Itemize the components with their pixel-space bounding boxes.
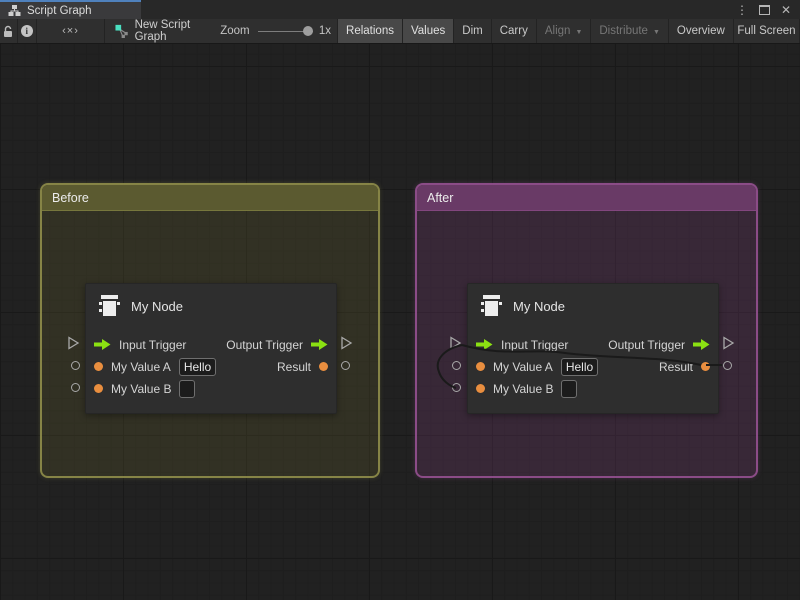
graph-icon xyxy=(115,24,128,38)
carry-label: Carry xyxy=(500,25,528,37)
value-a-input[interactable]: Hello xyxy=(561,358,598,376)
graph-input-trigger-port[interactable] xyxy=(67,336,80,350)
value-port-icon[interactable] xyxy=(94,384,103,393)
node-my-node-after[interactable]: My Node Input Trigger Output Trigger My … xyxy=(467,283,719,414)
maximize-icon[interactable] xyxy=(759,5,770,15)
graph-title[interactable]: New Script Graph xyxy=(105,19,220,43)
zoom-control: Zoom 1x xyxy=(220,19,338,43)
node-title: My Node xyxy=(131,299,183,314)
node-header: My Node xyxy=(479,293,565,319)
value-b-label: My Value B xyxy=(493,382,553,396)
graph-input-value-port[interactable] xyxy=(71,383,80,392)
align-dropdown[interactable]: Align ▼ xyxy=(537,19,592,43)
graph-output-value-port[interactable] xyxy=(723,361,732,370)
graph-input-value-port[interactable] xyxy=(71,361,80,370)
group-before-header[interactable]: Before xyxy=(42,185,378,211)
group-before-label: Before xyxy=(52,191,89,205)
value-a-row: My Value A Hello Result xyxy=(468,356,718,377)
value-a-label: My Value A xyxy=(493,360,553,374)
info-icon: i xyxy=(21,25,33,37)
graph-toolbar: i ‹×› New Script Graph Zoom 1x Relations xyxy=(0,19,800,44)
trigger-row: Input Trigger Output Trigger xyxy=(86,334,336,355)
result-label: Result xyxy=(659,360,693,374)
result-port-icon[interactable] xyxy=(701,362,710,371)
zoom-slider-handle[interactable] xyxy=(303,26,313,36)
value-a-input[interactable]: Hello xyxy=(179,358,216,376)
graph-input-trigger-port[interactable] xyxy=(449,336,462,350)
zoom-label: Zoom xyxy=(220,25,249,37)
graph-output-value-port[interactable] xyxy=(341,361,350,370)
close-icon[interactable]: ✕ xyxy=(781,3,791,17)
tab-script-graph[interactable]: Script Graph xyxy=(0,0,141,19)
script-graph-window: Script Graph ⋮ ✕ i ‹×› xyxy=(0,0,800,600)
overview-button[interactable]: Overview xyxy=(669,19,734,43)
distribute-label: Distribute xyxy=(599,25,648,37)
dim-label: Dim xyxy=(462,25,482,37)
info-button[interactable]: i xyxy=(18,19,37,43)
group-after-label: After xyxy=(427,191,453,205)
value-a-row: My Value A Hello Result xyxy=(86,356,336,377)
value-b-label: My Value B xyxy=(111,382,171,396)
graph-title-label: New Script Graph xyxy=(135,19,221,43)
result-port-icon[interactable] xyxy=(319,362,328,371)
tab-label: Script Graph xyxy=(27,5,92,17)
value-port-icon[interactable] xyxy=(476,384,485,393)
full-screen-label: Full Screen xyxy=(737,25,795,37)
script-graph-icon xyxy=(8,4,21,17)
tab-bar: Script Graph ⋮ ✕ xyxy=(0,0,800,19)
output-trigger-label: Output Trigger xyxy=(608,338,685,352)
relations-label: Relations xyxy=(346,25,394,37)
graph-input-value-port[interactable] xyxy=(452,383,461,392)
graph-input-value-port[interactable] xyxy=(452,361,461,370)
values-label: Values xyxy=(411,25,445,37)
more-icon[interactable]: ⋮ xyxy=(736,3,748,17)
node-header: My Node xyxy=(97,293,183,319)
trigger-row: Input Trigger Output Trigger xyxy=(468,334,718,355)
zoom-value: 1x xyxy=(319,25,331,37)
window-controls: ⋮ ✕ xyxy=(736,0,800,19)
flow-out-icon[interactable] xyxy=(311,339,328,350)
align-label: Align xyxy=(545,25,571,37)
zoom-slider[interactable] xyxy=(258,19,313,43)
graph-output-trigger-port[interactable] xyxy=(340,336,353,350)
flow-in-icon[interactable] xyxy=(94,339,111,350)
carry-button[interactable]: Carry xyxy=(492,19,537,43)
value-b-input[interactable] xyxy=(561,380,577,398)
graph-output-trigger-port[interactable] xyxy=(722,336,735,350)
overview-label: Overview xyxy=(677,25,725,37)
code-icon: ‹×› xyxy=(62,25,79,37)
input-trigger-label: Input Trigger xyxy=(501,338,568,352)
lock-icon xyxy=(2,25,14,38)
relations-button[interactable]: Relations xyxy=(338,19,403,43)
full-screen-button[interactable]: Full Screen xyxy=(734,19,800,43)
values-button[interactable]: Values xyxy=(403,19,454,43)
group-after-header[interactable]: After xyxy=(417,185,756,211)
value-port-icon[interactable] xyxy=(94,362,103,371)
value-a-label: My Value A xyxy=(111,360,171,374)
flow-out-icon[interactable] xyxy=(693,339,710,350)
chevron-down-icon: ▼ xyxy=(575,29,582,36)
value-b-row: My Value B xyxy=(468,378,718,399)
node-title: My Node xyxy=(513,299,565,314)
input-trigger-label: Input Trigger xyxy=(119,338,186,352)
chevron-down-icon: ▼ xyxy=(653,29,660,36)
node-my-node-before[interactable]: My Node Input Trigger Output Trigger My … xyxy=(85,283,337,414)
value-b-row: My Value B xyxy=(86,378,336,399)
value-b-input[interactable] xyxy=(179,380,195,398)
result-label: Result xyxy=(277,360,311,374)
unit-icon xyxy=(97,293,122,319)
flow-in-icon[interactable] xyxy=(476,339,493,350)
output-trigger-label: Output Trigger xyxy=(226,338,303,352)
distribute-dropdown[interactable]: Distribute ▼ xyxy=(591,19,669,43)
code-view-button[interactable]: ‹×› xyxy=(37,19,106,43)
dim-button[interactable]: Dim xyxy=(454,19,491,43)
graph-canvas[interactable]: Before After My Node xyxy=(0,44,800,600)
unit-icon xyxy=(479,293,504,319)
value-port-icon[interactable] xyxy=(476,362,485,371)
lock-button[interactable] xyxy=(0,19,18,43)
